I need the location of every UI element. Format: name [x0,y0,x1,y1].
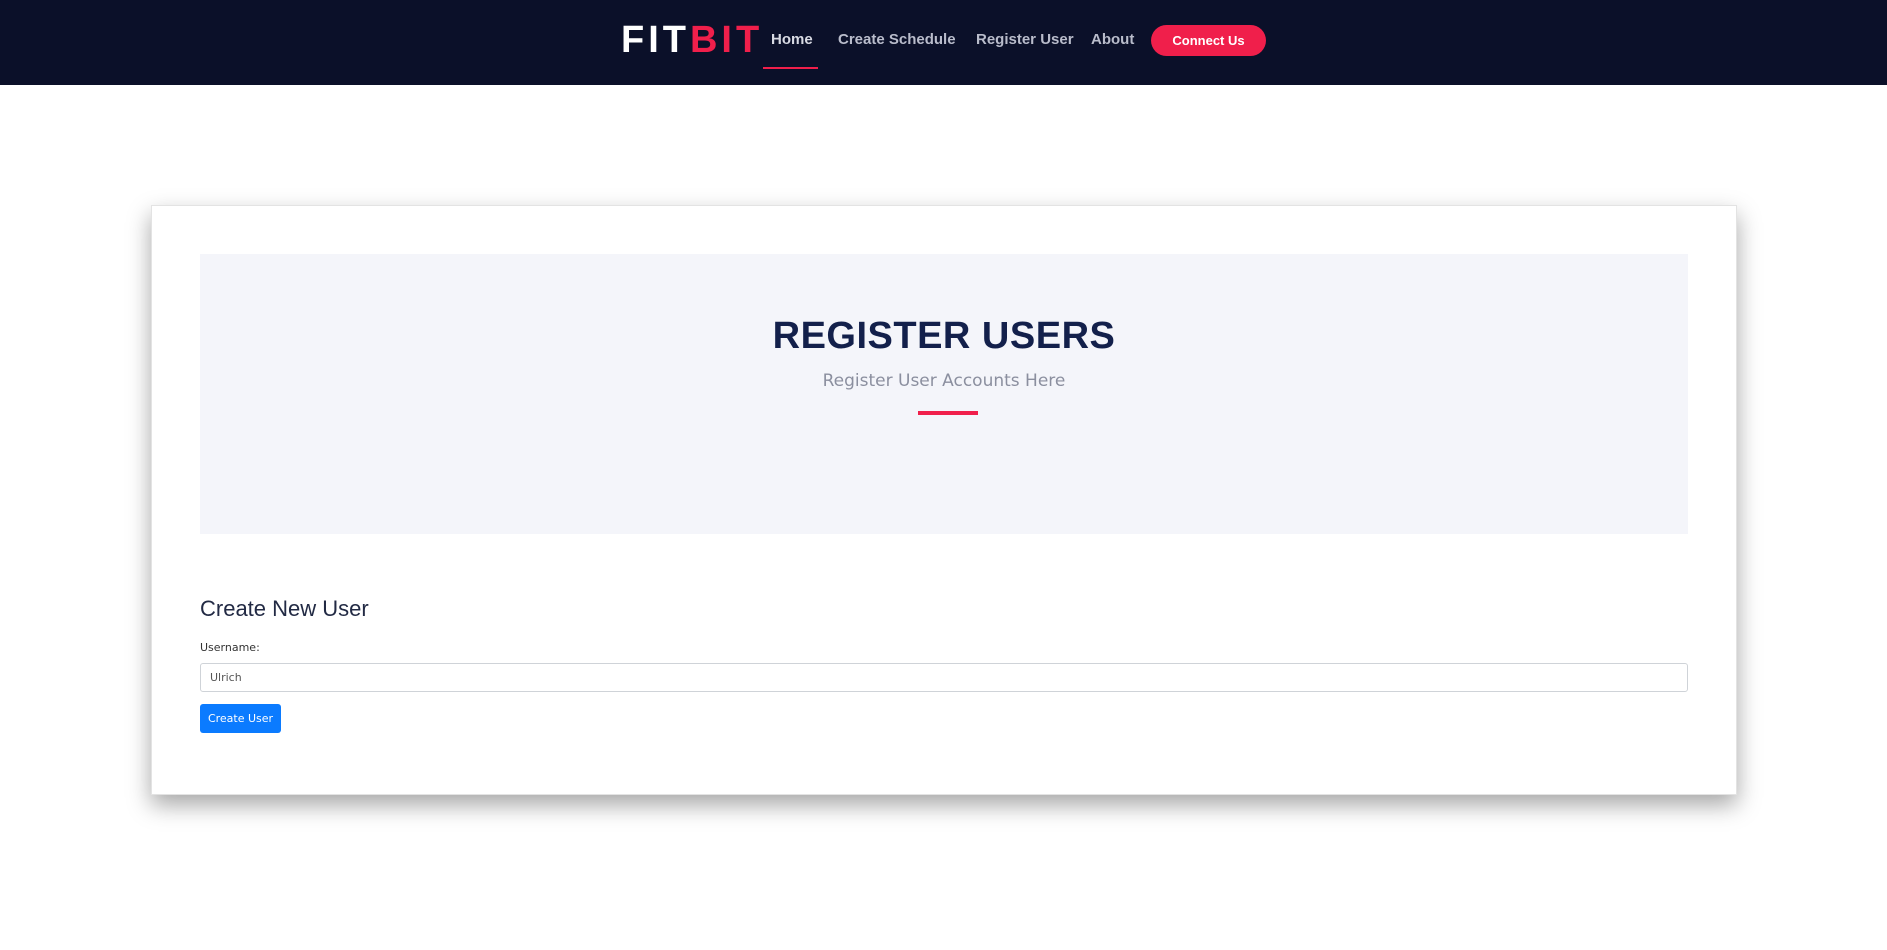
brand-logo-part-bit: BIT [689,19,764,61]
connect-us-button[interactable]: Connect Us [1151,25,1266,56]
register-card: REGISTER USERS Register User Accounts He… [151,205,1737,795]
nav-active-indicator [763,67,818,69]
hero-banner: REGISTER USERS Register User Accounts He… [200,254,1688,534]
brand-logo-part-fit: FIT [621,19,690,61]
form-title: Create New User [200,596,369,621]
page-subtitle: Register User Accounts Here [822,371,1066,391]
nav-link-register-user[interactable]: Register User [976,30,1074,50]
nav-link-home[interactable]: Home [771,30,813,50]
page-title: REGISTER USERS [772,315,1116,357]
username-input[interactable] [200,663,1688,692]
brand-logo[interactable]: FITBIT [621,18,763,62]
title-underline-divider [918,411,978,415]
username-label: Username: [200,641,260,654]
top-navbar: FITBIT Home Create Schedule Register Use… [0,0,1887,85]
create-user-button[interactable]: Create User [200,704,281,733]
nav-link-about[interactable]: About [1091,30,1134,50]
nav-link-create-schedule[interactable]: Create Schedule [838,30,956,50]
